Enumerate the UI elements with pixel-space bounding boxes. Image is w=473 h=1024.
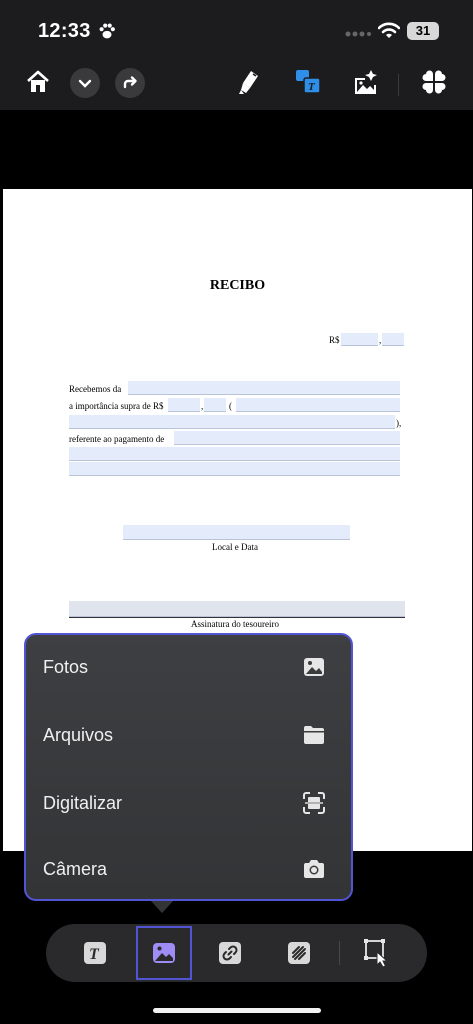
menu-item-photos[interactable]: Fotos	[26, 635, 351, 701]
amount-integer-field-2[interactable]	[168, 398, 200, 412]
link-icon	[219, 942, 241, 964]
amount-integer-field[interactable]	[341, 333, 378, 346]
insert-image-menu: Fotos Arquivos Digitalizar Câmera	[24, 633, 353, 901]
signature-field[interactable]	[69, 601, 405, 617]
home-button[interactable]	[22, 66, 54, 98]
payment-reference-field[interactable]	[174, 431, 400, 445]
place-date-label: Local e Data	[212, 542, 258, 552]
menu-item-label: Arquivos	[43, 725, 114, 745]
select-area-button[interactable]	[362, 937, 394, 969]
status-bar: 12:33 31	[0, 0, 473, 58]
amount-cents-field[interactable]	[382, 333, 404, 346]
close-paren: ),	[396, 418, 402, 428]
highlighter-button[interactable]	[234, 66, 266, 98]
camera-icon	[304, 860, 324, 878]
bottom-toolbar-divider	[339, 941, 340, 965]
select-area-icon	[364, 939, 389, 968]
chevron-down-icon	[78, 79, 92, 88]
dropdown-button[interactable]	[70, 68, 100, 98]
link-tool-button[interactable]	[214, 937, 246, 969]
document-title: RECIBO	[209, 278, 266, 293]
redo-icon	[123, 76, 137, 89]
menu-item-label: Digitalizar	[43, 793, 123, 813]
menu-item-files[interactable]: Arquivos	[26, 703, 351, 769]
received-from-label: Recebemos da	[69, 384, 122, 394]
toolbar-divider	[398, 74, 399, 96]
signature-label: Assinatura do tesoureiro	[191, 619, 279, 629]
home-indicator[interactable]	[153, 1008, 321, 1013]
image-edit-button[interactable]	[350, 66, 382, 98]
redo-button[interactable]	[115, 68, 145, 98]
highlighter-icon	[239, 71, 258, 94]
scan-icon	[303, 792, 325, 814]
status-time: 12:33	[38, 20, 91, 42]
payment-reference-field-2[interactable]	[69, 447, 400, 461]
popup-pointer	[151, 901, 173, 913]
text-tool-button[interactable]: T	[79, 937, 111, 969]
text-tool-icon: T	[84, 942, 106, 964]
text-box-icon: T	[296, 70, 321, 94]
wifi-icon	[378, 22, 400, 38]
place-date-field[interactable]	[123, 525, 350, 540]
text-box-button[interactable]: T	[292, 66, 324, 98]
svg-text:T: T	[89, 946, 100, 963]
top-toolbar: T	[0, 58, 473, 110]
bottom-toolbar: T	[46, 924, 427, 982]
image-tool-icon	[153, 943, 175, 963]
battery-indicator: 31	[407, 22, 439, 40]
signature-tool-button[interactable]	[283, 937, 315, 969]
decimal-separator-2: ,	[201, 401, 204, 411]
cellular-signal-icon	[345, 31, 371, 37]
currency-label: R$	[329, 335, 340, 345]
four-leaf-grid-icon	[422, 70, 446, 94]
decimal-separator: ,	[379, 335, 382, 345]
signature-line	[69, 617, 405, 618]
amount-words-field-2[interactable]	[69, 415, 395, 429]
paw-icon	[99, 23, 115, 39]
amount-text-label: a importância supra de R$	[69, 401, 164, 411]
menu-item-label: Fotos	[43, 657, 89, 677]
open-paren: (	[229, 401, 232, 411]
amount-cents-field-2[interactable]	[204, 398, 226, 412]
image-tool-button[interactable]	[148, 937, 180, 969]
payment-reference-field-3[interactable]	[69, 462, 400, 476]
house-icon	[27, 70, 49, 92]
menu-item-label: Câmera	[43, 859, 108, 879]
menu-item-scan[interactable]: Digitalizar	[26, 771, 351, 837]
apps-button[interactable]	[418, 66, 450, 98]
menu-item-camera[interactable]: Câmera	[26, 837, 351, 899]
image-edit-icon	[355, 70, 377, 94]
folder-icon	[304, 726, 324, 744]
payer-name-field[interactable]	[128, 381, 400, 395]
signature-icon	[288, 942, 310, 964]
amount-words-field[interactable]	[236, 398, 400, 412]
payment-for-label: referente ao pagamento de	[69, 434, 165, 444]
photo-icon	[304, 658, 324, 676]
